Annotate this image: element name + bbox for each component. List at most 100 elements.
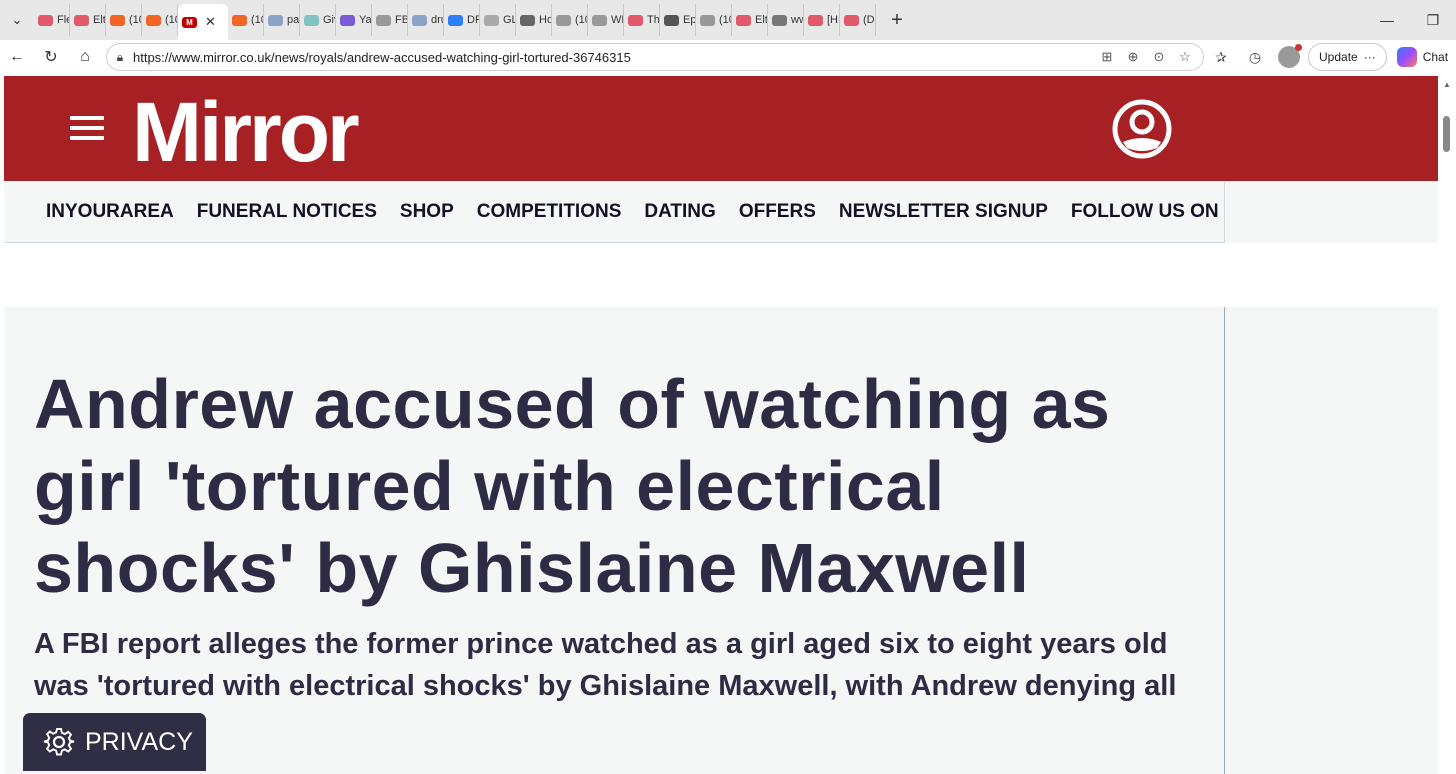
tab[interactable]: [HD bbox=[804, 4, 840, 36]
minimize-icon[interactable]: — bbox=[1364, 0, 1410, 40]
tab-label: (100 bbox=[251, 14, 263, 26]
youtube-icon bbox=[736, 14, 751, 26]
article: Andrew accused of watching as girl 'tort… bbox=[4, 307, 1225, 774]
tab-label: paul bbox=[287, 14, 299, 26]
tab[interactable]: WEF bbox=[588, 4, 624, 36]
hamburger-menu-icon[interactable] bbox=[70, 116, 104, 140]
nav-item[interactable]: DATING bbox=[644, 201, 715, 223]
extensions-icon[interactable]: ⊙ bbox=[1149, 49, 1169, 65]
address-bar-actions: ⊞ ⊕ ⊙ ☆ bbox=[1097, 49, 1203, 65]
site-info-icon[interactable]: 🔒︎ bbox=[107, 50, 133, 65]
favorite-star-icon[interactable]: ☆ bbox=[1175, 49, 1195, 65]
tab[interactable]: (100 bbox=[228, 4, 264, 36]
tab[interactable]: FBI L bbox=[372, 4, 408, 36]
chat-label: Chat bbox=[1422, 50, 1449, 64]
site-logo[interactable]: Mirror bbox=[132, 84, 360, 181]
nav-item[interactable]: OFFERS bbox=[739, 201, 816, 223]
address-bar[interactable]: 🔒︎ https://www.mirror.co.uk/news/royals/… bbox=[106, 43, 1204, 71]
home-icon: ⌂ bbox=[80, 48, 90, 65]
tab[interactable]: Elto bbox=[70, 4, 106, 36]
nyt-icon bbox=[664, 14, 679, 26]
tab-active[interactable]: M ✕ bbox=[178, 4, 228, 40]
yahoo-icon bbox=[340, 14, 355, 26]
tab[interactable]: (Day bbox=[840, 4, 876, 36]
tab-actions-menu[interactable]: ⌄ bbox=[0, 0, 34, 40]
apps-icon[interactable]: ⊞ bbox=[1097, 49, 1117, 65]
tab[interactable]: (100 bbox=[106, 4, 142, 36]
article-headline: Andrew accused of watching as girl 'tort… bbox=[34, 365, 1111, 607]
profile-avatar[interactable] bbox=[1278, 44, 1302, 68]
tab[interactable]: ww bbox=[768, 4, 804, 36]
zoom-icon[interactable]: ⊕ bbox=[1123, 49, 1143, 65]
nav-item[interactable]: SHOP bbox=[400, 201, 454, 223]
mirror-icon: M bbox=[182, 16, 197, 28]
nav-item[interactable]: FUNERAL NOTICES bbox=[197, 201, 377, 223]
youtube-icon bbox=[808, 14, 823, 26]
nav-item[interactable]: INYOURAREA bbox=[46, 201, 174, 223]
tab-strip: ⌄ FleeElto(100(100M✕(100paulGiveYahcFBI … bbox=[0, 0, 1456, 40]
nav-item[interactable]: NEWSLETTER SIGNUP bbox=[839, 201, 1048, 223]
tab[interactable]: paul bbox=[264, 4, 300, 36]
substack-icon bbox=[110, 14, 125, 26]
tab-label: Yahc bbox=[359, 14, 371, 26]
privacy-label: PRIVACY bbox=[85, 727, 193, 756]
substack-icon bbox=[232, 14, 247, 26]
tab[interactable]: Epst bbox=[660, 4, 696, 36]
tab[interactable]: Flee bbox=[34, 4, 70, 36]
home-button[interactable]: ⌂ bbox=[68, 40, 102, 74]
favorites-icon[interactable]: ✰ bbox=[1206, 42, 1236, 72]
youtube-icon bbox=[844, 14, 859, 26]
tab[interactable]: GLP bbox=[480, 4, 516, 36]
scroll-up-icon[interactable]: ▲ bbox=[1443, 80, 1451, 89]
globe-icon bbox=[376, 14, 391, 26]
refresh-button[interactable]: ↻ bbox=[34, 40, 68, 74]
youtube-icon bbox=[38, 14, 53, 26]
tab-label: (100 bbox=[575, 14, 587, 26]
section-nav: INYOURAREA FUNERAL NOTICES SHOP COMPETITION… bbox=[4, 181, 1225, 243]
tab[interactable]: druc bbox=[408, 4, 444, 36]
tab[interactable]: (100 bbox=[696, 4, 732, 36]
tab[interactable]: Elto bbox=[732, 4, 768, 36]
tab[interactable]: (100 bbox=[142, 4, 178, 36]
browser-toolbar: ← ↻ ⌂ 🔒︎ https://www.mirror.co.uk/news/r… bbox=[0, 40, 1456, 74]
update-button[interactable]: Update ··· bbox=[1308, 43, 1387, 71]
url-text[interactable]: https://www.mirror.co.uk/news/royals/and… bbox=[133, 50, 1097, 65]
restore-icon[interactable]: ❐ bbox=[1410, 0, 1456, 40]
arrow-left-icon: ← bbox=[9, 48, 25, 65]
fp-icon bbox=[592, 14, 607, 26]
history-icon[interactable]: ◷ bbox=[1240, 42, 1270, 72]
close-tab-icon[interactable]: ✕ bbox=[205, 14, 216, 30]
nav-item[interactable]: COMPETITIONS bbox=[477, 201, 622, 223]
update-label: Update bbox=[1319, 50, 1358, 64]
tab[interactable]: How bbox=[516, 4, 552, 36]
refresh-icon: ↻ bbox=[44, 49, 58, 66]
copilot-chat-button[interactable]: Chat bbox=[1396, 47, 1449, 67]
new-tab-button[interactable]: + bbox=[882, 0, 912, 40]
more-icon: ··· bbox=[1363, 50, 1376, 64]
tab[interactable]: Yahc bbox=[336, 4, 372, 36]
privacy-button[interactable]: PRIVACY bbox=[23, 713, 206, 771]
tab[interactable]: DRU bbox=[444, 4, 480, 36]
account-icon[interactable] bbox=[1111, 98, 1173, 160]
copilot-icon bbox=[1396, 47, 1417, 67]
tab[interactable]: (100 bbox=[552, 4, 588, 36]
loading-icon bbox=[448, 14, 463, 26]
article-standfirst: A FBI report alleges the former prince w… bbox=[34, 628, 1177, 702]
masthead: Mirror bbox=[4, 76, 1438, 181]
back-button[interactable]: ← bbox=[0, 40, 34, 74]
toolbar-right: ✰ ◷ Update ··· Chat bbox=[1206, 40, 1448, 74]
page-scrollbar[interactable]: ▲ bbox=[1438, 76, 1456, 774]
tab-label: How bbox=[539, 14, 551, 26]
youtube-icon bbox=[628, 14, 643, 26]
tab-label: That bbox=[647, 14, 659, 26]
window-controls: — ❐ bbox=[1364, 0, 1456, 40]
tab-list: FleeElto(100(100M✕(100paulGiveYahcFBI Ld… bbox=[34, 0, 876, 40]
tab-label: Elto bbox=[755, 14, 767, 26]
tab[interactable]: Give bbox=[300, 4, 336, 36]
tab-label: (100 bbox=[165, 14, 177, 26]
tab-label: Give bbox=[323, 14, 335, 26]
nav-item[interactable]: FOLLOW US ON S bbox=[1071, 201, 1224, 223]
tab[interactable]: That bbox=[624, 4, 660, 36]
chevron-down-icon: ⌄ bbox=[11, 12, 23, 27]
scroll-thumb[interactable] bbox=[1443, 116, 1450, 152]
